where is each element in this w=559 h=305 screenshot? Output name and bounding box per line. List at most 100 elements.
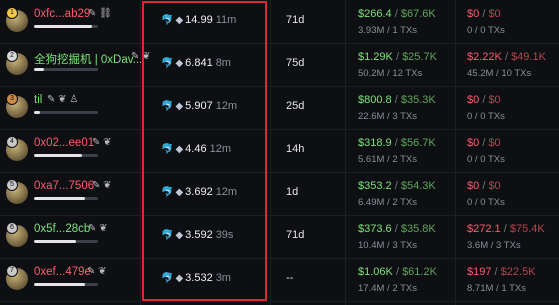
hold-duration: -- xyxy=(286,272,294,284)
trade-age: 3m xyxy=(215,272,231,284)
hold-duration: 25d xyxy=(286,100,305,112)
rank-badge: 5 xyxy=(6,179,18,191)
trade-cell: 🐬 ◆ 3.532 3m xyxy=(161,272,231,284)
bought-value: $1.29K / $25.7K xyxy=(358,51,437,63)
progress-fill xyxy=(34,25,92,28)
wallet-name[interactable]: 0xa7...7506 xyxy=(34,180,94,192)
bought-value: $353.2 / $54.3K xyxy=(358,180,436,192)
rank-badge: 4 xyxy=(6,136,18,148)
table-row[interactable]: 6 0x5f...28cb ✎ ❦ 🐬 ◆ 3.592 39s 71d $373.6 … xyxy=(0,215,559,259)
bought-detail: 6.49M / 2 TXs xyxy=(358,197,417,208)
progress-fill xyxy=(34,283,86,286)
whale-icon: 🐬 xyxy=(161,230,174,241)
progress-fill xyxy=(34,154,82,157)
wallet-icons[interactable]: ✎ ❦ xyxy=(131,51,151,62)
sold-mcap: $22.5K xyxy=(500,266,536,278)
eth-icon: ◆ xyxy=(175,144,184,155)
table-row[interactable]: 3 til ✎ ❦ ♙ 🐬 ◆ 5.907 12m 25d $800.8 / $35.… xyxy=(0,86,559,130)
table-row[interactable]: 4 0x02...ee01 ✎ ❦ 🐬 ◆ 4.46 12m 14h $318.9 /… xyxy=(0,129,559,173)
trade-cell: 🐬 ◆ 5.907 12m xyxy=(161,100,237,112)
sold-usd: $0 xyxy=(467,94,480,106)
wallet-icons[interactable]: ✎ ❦ xyxy=(88,223,108,234)
bought-detail: 10.4M / 3 TXs xyxy=(358,240,417,251)
sold-detail: 0 / 0 TXs xyxy=(467,154,505,165)
sold-value: $197 / $22.5K xyxy=(467,266,536,278)
sold-mcap: $0 xyxy=(488,180,501,192)
bought-detail: 22.6M / 3 TXs xyxy=(358,111,417,122)
bought-mcap: $25.7K xyxy=(402,51,437,63)
eth-amount: 14.99 xyxy=(185,14,213,26)
hold-duration: 14h xyxy=(286,143,305,155)
wallet-name[interactable]: 0xfc...ab29 xyxy=(34,8,90,20)
holding-progress-bar xyxy=(34,283,98,286)
bought-mcap: $35.3K xyxy=(400,94,436,106)
whale-icon: 🐬 xyxy=(161,187,174,198)
bought-detail: 5.61M / 2 TXs xyxy=(358,154,417,165)
eth-amount: 4.46 xyxy=(185,143,207,155)
wallet-name[interactable]: 全狗挖掘机 | 0xDav... xyxy=(34,51,142,67)
wallet-name[interactable]: 0x5f...28cb xyxy=(34,223,90,235)
sold-detail: 45.2M / 10 TXs xyxy=(467,68,532,79)
sold-detail: 0 / 0 TXs xyxy=(467,111,505,122)
hold-duration: 71d xyxy=(286,14,305,26)
sold-usd: $2.22K xyxy=(467,51,502,63)
bought-usd: $353.2 xyxy=(358,180,392,192)
eth-icon: ◆ xyxy=(175,15,184,26)
bought-value: $1.06K / $61.2K xyxy=(358,266,437,278)
wallet-name[interactable]: til xyxy=(34,94,42,106)
progress-fill xyxy=(34,240,76,243)
rank-badge: 6 xyxy=(6,222,18,234)
trade-age: 12m xyxy=(209,143,231,155)
bought-value: $266.4 / $67.6K xyxy=(358,8,436,20)
eth-icon: ◆ xyxy=(175,273,184,284)
hold-duration: 75d xyxy=(286,57,305,69)
bought-value: $800.8 / $35.3K xyxy=(358,94,436,106)
whale-icon: 🐬 xyxy=(161,58,174,69)
holding-progress-bar xyxy=(34,197,98,200)
eth-icon: ◆ xyxy=(175,101,184,112)
wallet-icons[interactable]: ✎ ❦ xyxy=(92,180,112,191)
table-row[interactable]: 2 全狗挖掘机 | 0xDav... ✎ ❦ 🐬 ◆ 6.841 8m 75d $1.… xyxy=(0,43,559,87)
table-row[interactable]: 7 0xef...479e ✎ ❦ 🐬 ◆ 3.532 3m -- $1.06K / … xyxy=(0,258,559,302)
wallet-icons[interactable]: ✎ ❦ xyxy=(92,137,112,148)
trade-age: 8m xyxy=(215,57,231,69)
bought-usd: $1.06K xyxy=(358,266,393,278)
trade-cell: 🐬 ◆ 14.99 11m xyxy=(161,14,236,26)
wallet-name[interactable]: 0x02...ee01 xyxy=(34,137,94,149)
whale-icon: 🐬 xyxy=(161,273,174,284)
bought-detail: 50.2M / 12 TXs xyxy=(358,68,423,79)
bought-mcap: $61.2K xyxy=(402,266,437,278)
eth-amount: 3.692 xyxy=(185,186,213,198)
sold-mcap: $0 xyxy=(488,94,501,106)
progress-fill xyxy=(34,111,41,114)
sold-usd: $272.1 xyxy=(467,223,501,235)
wallet-icons[interactable]: ✎ ⛓ xyxy=(88,8,112,19)
wallet-icons[interactable]: ✎ ❦ ♙ xyxy=(47,94,78,105)
trade-age: 12m xyxy=(215,100,238,112)
progress-fill xyxy=(34,197,86,200)
bought-usd: $266.4 xyxy=(358,8,392,20)
wallet-icons[interactable]: ✎ ❦ xyxy=(87,266,107,277)
table-row[interactable]: 1 0xfc...ab29 ✎ ⛓ 🐬 ◆ 14.99 11m 71d $266.4 … xyxy=(0,0,559,44)
bought-usd: $1.29K xyxy=(358,51,393,63)
sold-usd: $197 xyxy=(467,266,492,278)
sold-value: $0 / $0 xyxy=(467,8,501,20)
sold-value: $0 / $0 xyxy=(467,137,501,149)
eth-amount: 5.907 xyxy=(185,100,213,112)
rank-badge: 1 xyxy=(6,7,18,19)
sold-value: $2.22K / $49.1K xyxy=(467,51,546,63)
sold-detail: 0 / 0 TXs xyxy=(467,197,505,208)
trade-cell: 🐬 ◆ 6.841 8m xyxy=(161,57,231,69)
sold-value: $272.1 / $75.4K xyxy=(467,223,545,235)
table-row[interactable]: 5 0xa7...7506 ✎ ❦ 🐬 ◆ 3.692 12m 1d $353.2 /… xyxy=(0,172,559,216)
eth-amount: 3.532 xyxy=(185,272,213,284)
sold-usd: $0 xyxy=(467,137,480,149)
bought-value: $318.9 / $56.7K xyxy=(358,137,436,149)
bought-value: $373.6 / $35.8K xyxy=(358,223,436,235)
trade-cell: 🐬 ◆ 3.692 12m xyxy=(161,186,237,198)
eth-icon: ◆ xyxy=(175,187,184,198)
bought-detail: 17.4M / 2 TXs xyxy=(358,283,417,294)
whale-icon: 🐬 xyxy=(161,144,174,155)
holding-progress-bar xyxy=(34,154,98,157)
wallet-name[interactable]: 0xef...479e xyxy=(34,266,91,278)
